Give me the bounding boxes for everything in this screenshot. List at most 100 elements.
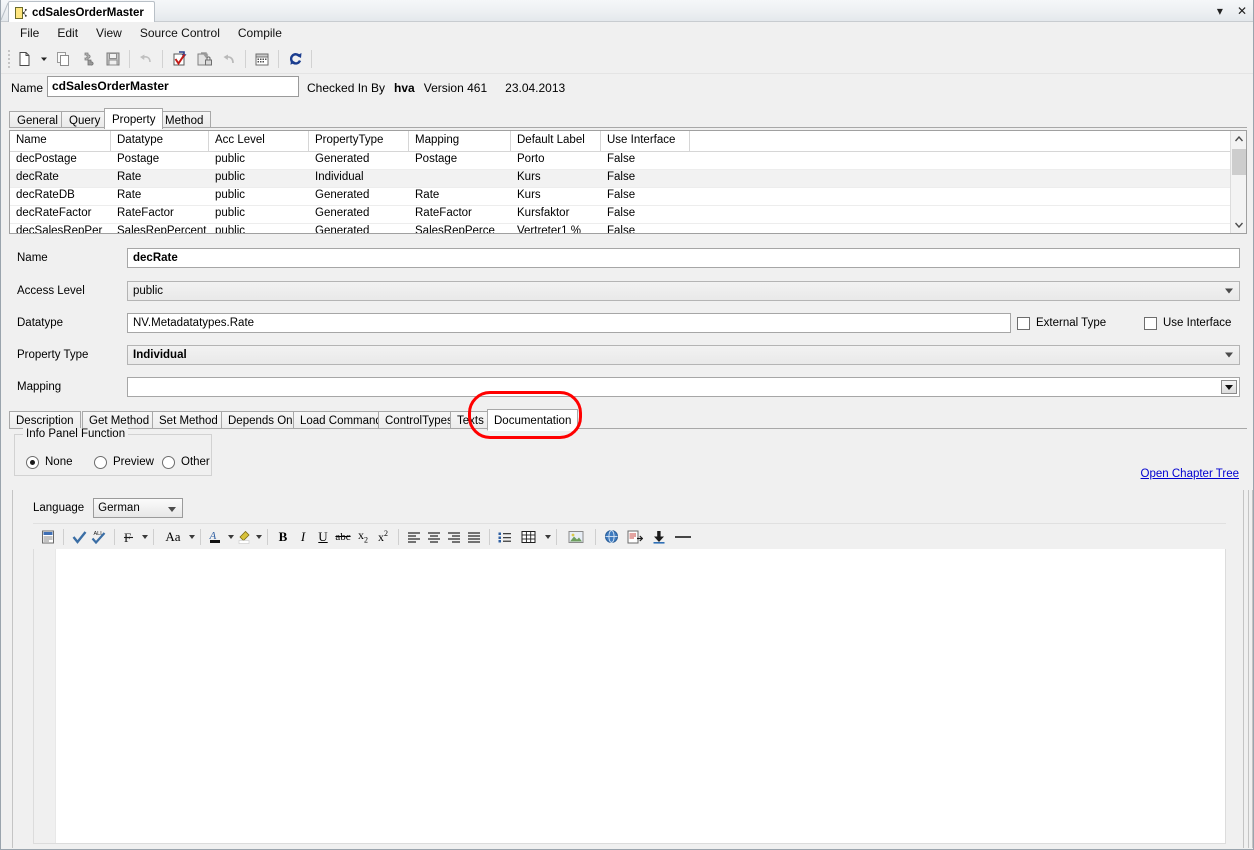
radio-other[interactable]	[162, 456, 175, 469]
document-properties-icon[interactable]	[38, 526, 58, 548]
datatype-input[interactable]: NV.Metadatatypes.Rate	[127, 313, 1011, 333]
tab-set-method[interactable]: Set Method	[152, 411, 225, 429]
grid-col-name[interactable]: Name	[10, 131, 111, 152]
grid-col-property-type[interactable]: PropertyType	[309, 131, 409, 152]
document-tab[interactable]: cdSalesOrderMaster	[8, 1, 155, 22]
calendar-history-icon[interactable]	[250, 47, 274, 71]
menu-compile[interactable]: Compile	[229, 23, 291, 43]
undo-disabled-icon[interactable]	[134, 47, 158, 71]
scroll-up-arrow-icon[interactable]	[1231, 131, 1246, 147]
grid-col-acc-level[interactable]: Acc Level	[209, 131, 309, 152]
table-row[interactable]: decRate Rate public Individual Kurs Fals…	[10, 170, 1246, 187]
editor-content[interactable]	[57, 549, 1225, 843]
property-type-select[interactable]: Individual	[127, 345, 1240, 365]
insert-image-icon[interactable]	[562, 526, 590, 548]
mapping-dropdown-button[interactable]	[1221, 380, 1237, 394]
spellcheck-icon[interactable]	[69, 526, 89, 548]
align-justify-icon[interactable]	[464, 526, 484, 548]
menu-edit[interactable]: Edit	[48, 23, 87, 43]
tab-description[interactable]: Description	[9, 411, 81, 429]
radio-preview[interactable]	[94, 456, 107, 469]
grid-col-datatype[interactable]: Datatype	[111, 131, 209, 152]
table-row[interactable]: decPostage Postage public Generated Post…	[10, 152, 1246, 169]
superscript-icon[interactable]: x2	[373, 526, 393, 548]
cell-default-label: Kursfaktor	[517, 207, 570, 219]
cell-acc-level: public	[215, 153, 246, 165]
download-icon[interactable]	[649, 526, 669, 548]
chevron-down-icon[interactable]	[189, 534, 195, 539]
tab-method[interactable]: Method	[157, 111, 212, 128]
highlight-color-icon[interactable]	[234, 526, 254, 548]
grid-col-mapping[interactable]: Mapping	[409, 131, 511, 152]
close-icon[interactable]: ✕	[1237, 5, 1247, 17]
new-icon[interactable]	[13, 47, 37, 71]
refresh-icon[interactable]	[283, 47, 307, 71]
underline-icon[interactable]: U	[313, 526, 333, 548]
open-chapter-tree-link[interactable]: Open Chapter Tree	[1141, 468, 1239, 480]
language-select[interactable]: German	[93, 498, 184, 518]
insert-link-icon[interactable]	[601, 526, 621, 548]
strikethrough-icon[interactable]: abc	[333, 526, 353, 548]
object-name-input[interactable]: cdSalesOrderMaster	[47, 76, 299, 97]
subscript-icon[interactable]: x2	[353, 526, 373, 548]
align-right-icon[interactable]	[444, 526, 464, 548]
use-interface-checkbox[interactable]	[1144, 317, 1157, 330]
scrollbar-thumb[interactable]	[1232, 149, 1246, 175]
tab-documentation[interactable]: Documentation	[487, 409, 579, 431]
cell-mapping: Postage	[415, 153, 458, 165]
save-icon[interactable]	[101, 47, 125, 71]
tab-depends-on[interactable]: Depends On	[221, 411, 300, 429]
grid-col-use-interface[interactable]: Use Interface	[601, 131, 690, 152]
check-in-icon[interactable]	[167, 47, 191, 71]
tab-load-command[interactable]: Load Command	[293, 411, 389, 429]
table-icon[interactable]	[515, 526, 543, 548]
tab-general[interactable]: General	[9, 111, 66, 128]
table-row[interactable]: decRateDB Rate public Generated Rate Kur…	[10, 188, 1246, 205]
table-row[interactable]: decRateFactor RateFactor public Generate…	[10, 206, 1246, 223]
table-row[interactable]: decSalesRepPer SalesRepPercent public Ge…	[10, 224, 1246, 233]
tab-property[interactable]: Property	[104, 108, 164, 129]
property-grid[interactable]: Name Datatype Acc Level PropertyType Map…	[9, 130, 1247, 234]
chevron-down-icon[interactable]	[142, 534, 148, 539]
radio-other-label: Other	[181, 456, 210, 468]
font-color-icon[interactable]: A	[206, 526, 226, 548]
tab-control-types[interactable]: ControlTypes	[378, 411, 460, 429]
chevron-down-icon[interactable]	[256, 534, 262, 539]
copy-icon[interactable]	[51, 47, 75, 71]
tab-texts[interactable]: Texts	[450, 411, 491, 429]
check-out-lock-icon[interactable]	[192, 47, 216, 71]
chevron-down-icon[interactable]	[545, 534, 551, 539]
documentation-text-area[interactable]	[33, 549, 1226, 844]
radio-none[interactable]	[26, 456, 39, 469]
external-type-checkbox[interactable]	[1017, 317, 1030, 330]
bold-icon[interactable]: B	[273, 526, 293, 548]
grid-vertical-scrollbar[interactable]	[1230, 131, 1246, 233]
revert-icon[interactable]	[217, 47, 241, 71]
insert-document-icon[interactable]	[621, 526, 649, 548]
access-level-select[interactable]: public	[127, 281, 1240, 301]
detail-name-input[interactable]: decRate	[127, 248, 1240, 268]
horizontal-rule-icon[interactable]	[669, 526, 697, 548]
align-center-icon[interactable]	[424, 526, 444, 548]
name-label: Name	[11, 81, 44, 95]
tab-get-method[interactable]: Get Method	[82, 411, 157, 429]
plugin-icon[interactable]	[76, 47, 100, 71]
bullet-list-icon[interactable]	[495, 526, 515, 548]
align-left-icon[interactable]	[404, 526, 424, 548]
italic-icon[interactable]: I	[293, 526, 313, 548]
menu-file[interactable]: File	[11, 23, 48, 43]
clear-formatting-icon[interactable]: F	[120, 526, 140, 548]
spellcheck-all-icon[interactable]: ALL	[89, 526, 109, 548]
menu-source-control[interactable]: Source Control	[131, 23, 229, 43]
grid-header-row: Name Datatype Acc Level PropertyType Map…	[10, 131, 1246, 152]
cell-property-type: Individual	[315, 171, 364, 183]
grid-col-default-label[interactable]: Default Label	[511, 131, 601, 152]
menu-view[interactable]: View	[87, 23, 131, 43]
tab-query[interactable]: Query	[61, 111, 109, 128]
minimize-icon[interactable]: ▾	[1217, 5, 1223, 17]
scroll-down-arrow-icon[interactable]	[1231, 217, 1246, 233]
toolbar-grip[interactable]	[5, 49, 12, 68]
font-size-icon[interactable]: Aa	[159, 526, 187, 548]
mapping-combobox[interactable]	[127, 377, 1240, 397]
dropdown-arrow-icon[interactable]	[38, 47, 50, 71]
